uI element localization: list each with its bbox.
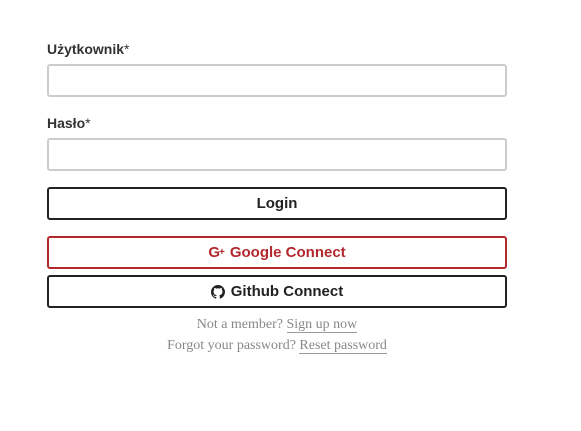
username-label-text: Użytkownik	[47, 41, 125, 57]
password-input[interactable]	[47, 138, 507, 171]
forgot-line: Forgot your password? Reset password	[47, 338, 507, 354]
login-button[interactable]: Login	[47, 187, 507, 220]
signup-line: Not a member? Sign up now	[47, 317, 507, 333]
google-connect-button[interactable]: G + Google Connect	[47, 236, 507, 269]
login-button-label: Login	[256, 195, 298, 212]
google-plus-icon: G +	[208, 244, 224, 261]
github-connect-button[interactable]: Github Connect	[47, 275, 507, 308]
github-connect-label: Github Connect	[230, 283, 344, 300]
username-label: Użytkownik*	[47, 41, 129, 57]
password-label: Hasło*	[47, 115, 91, 131]
password-label-text: Hasło	[47, 115, 86, 131]
github-icon	[210, 284, 225, 299]
not-member-text: Not a member?	[196, 317, 283, 332]
signup-link[interactable]: Sign up now	[286, 317, 358, 333]
username-input[interactable]	[47, 64, 507, 97]
required-mark: *	[85, 115, 91, 131]
forgot-text: Forgot your password?	[167, 338, 296, 353]
google-connect-label: Google Connect	[229, 244, 346, 261]
required-mark: *	[124, 41, 130, 57]
reset-password-link[interactable]: Reset password	[299, 338, 387, 354]
